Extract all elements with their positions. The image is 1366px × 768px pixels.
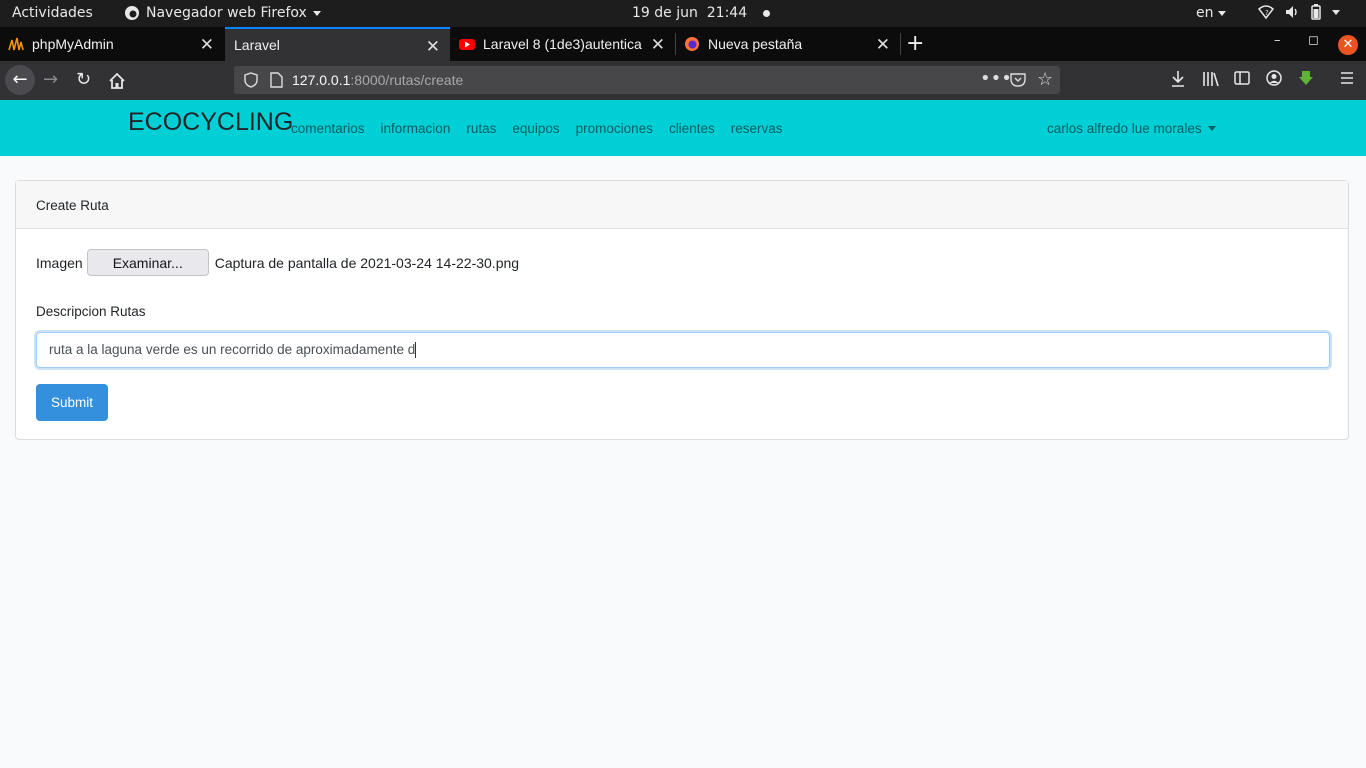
svg-text:?: ? — [1265, 9, 1269, 17]
app-menu[interactable]: Navegador web Firefox — [124, 5, 321, 21]
account-icon[interactable] — [1266, 70, 1282, 86]
library-icon[interactable] — [1202, 70, 1220, 88]
navigation-toolbar: ← → ↻ 127.0.0.1:8000/rutas/create ••• ☆ — [0, 61, 1366, 100]
notification-dot-icon — [763, 9, 771, 17]
time-label: 21:44 — [706, 5, 748, 21]
tab-youtube[interactable]: Laravel 8 (1de3)autentica ✕ — [451, 27, 675, 61]
chevron-down-icon — [1217, 10, 1226, 16]
tab-title: Laravel 8 (1de3)autentica — [483, 36, 642, 52]
activities-button[interactable]: Actividades — [12, 5, 93, 21]
url-text: 127.0.0.1:8000/rutas/create — [292, 72, 463, 88]
submit-button[interactable]: Submit — [36, 384, 108, 421]
user-name: carlos alfredo lue morales — [1047, 121, 1202, 136]
selected-file-name: Captura de pantalla de 2021-03-24 14-22-… — [214, 254, 520, 271]
site-navbar: ECOCYCLING comentarios informacion rutas… — [0, 100, 1366, 156]
nav-link-promociones[interactable]: promociones — [576, 121, 653, 136]
nav-link-comentarios[interactable]: comentarios — [291, 121, 365, 136]
shield-icon[interactable] — [244, 72, 258, 88]
youtube-icon — [459, 39, 475, 50]
sidebar-icon[interactable] — [1234, 70, 1250, 86]
home-icon[interactable] — [108, 72, 126, 90]
nav-link-clientes[interactable]: clientes — [669, 121, 715, 136]
close-icon[interactable]: ✕ — [200, 35, 214, 55]
forward-arrow-icon[interactable]: → — [43, 69, 58, 90]
nav-link-equipos[interactable]: equipos — [512, 121, 559, 136]
volume-icon — [1286, 6, 1297, 18]
date-label: 19 de jun — [632, 5, 698, 21]
nav-link-rutas[interactable]: rutas — [466, 121, 496, 136]
language-selector[interactable]: en — [1196, 5, 1226, 21]
hamburger-menu-icon[interactable] — [1339, 70, 1355, 86]
reload-icon[interactable]: ↻ — [76, 69, 91, 90]
tab-title: Nueva pestaña — [708, 36, 803, 52]
browse-button[interactable]: Examinar... — [86, 249, 209, 276]
bookmark-star-icon[interactable]: ☆ — [1037, 69, 1053, 90]
more-actions-icon[interactable]: ••• — [980, 68, 1012, 89]
tab-title: phpMyAdmin — [32, 36, 114, 52]
close-icon[interactable]: ✕ — [426, 37, 440, 57]
clock[interactable]: 19 de jun 21:44 — [632, 5, 771, 21]
system-top-bar: Actividades Navegador web Firefox 19 de … — [0, 0, 1366, 27]
create-ruta-card: Create Ruta Imagen Examinar... Captura d… — [15, 180, 1349, 440]
system-tray[interactable]: ? — [1258, 4, 1340, 20]
window-close-icon[interactable]: ✕ — [1338, 35, 1358, 55]
maximize-icon[interactable]: ◻ — [1308, 33, 1319, 48]
language-label: en — [1196, 5, 1214, 21]
tab-strip: phpMyAdmin ✕ Laravel ✕ Laravel 8 (1de3)a… — [0, 27, 1366, 61]
battery-icon — [1311, 4, 1321, 20]
minimize-icon[interactable]: – — [1274, 33, 1281, 48]
nav-link-reservas[interactable]: reservas — [731, 121, 783, 136]
chevron-down-icon — [312, 10, 321, 16]
site-nav-links: comentarios informacion rutas equipos pr… — [291, 121, 782, 136]
nav-link-informacion[interactable]: informacion — [381, 121, 451, 136]
tab-laravel[interactable]: Laravel ✕ — [225, 27, 450, 61]
page-info-icon[interactable] — [270, 72, 283, 88]
back-arrow-icon[interactable]: ← — [5, 65, 35, 95]
chevron-down-icon — [1332, 9, 1340, 15]
phpmyadmin-icon — [8, 37, 24, 51]
image-field: Imagen Examinar... Captura de pantalla d… — [36, 249, 519, 276]
description-input[interactable]: ruta a la laguna verde es un recorrido d… — [36, 332, 1330, 368]
user-dropdown[interactable]: carlos alfredo lue morales — [1047, 121, 1216, 136]
tab-new-tab[interactable]: Nueva pestaña ✕ — [676, 27, 900, 61]
pocket-icon[interactable] — [1010, 72, 1026, 88]
text-cursor — [415, 342, 417, 359]
url-bar[interactable]: 127.0.0.1:8000/rutas/create ••• ☆ — [234, 66, 1060, 94]
url-path: :8000/rutas/create — [350, 72, 464, 88]
description-label: Descripcion Rutas — [36, 304, 146, 319]
close-icon[interactable]: ✕ — [651, 35, 665, 55]
new-tab-plus-icon[interactable]: + — [906, 31, 924, 56]
image-label: Imagen — [36, 254, 83, 271]
firefox-icon — [685, 37, 699, 51]
tab-separator — [900, 33, 901, 55]
chevron-down-icon — [1207, 126, 1216, 131]
close-icon[interactable]: ✕ — [876, 35, 890, 55]
site-brand[interactable]: ECOCYCLING — [128, 108, 293, 137]
extension-download-icon[interactable] — [1298, 70, 1314, 88]
tab-title: Laravel — [234, 37, 280, 53]
downloads-icon[interactable] — [1170, 70, 1186, 88]
url-host: 127.0.0.1 — [292, 72, 351, 88]
wifi-icon: ? — [1258, 5, 1274, 20]
firefox-app-icon — [125, 6, 139, 20]
card-header: Create Ruta — [16, 181, 1348, 229]
tab-phpmyadmin[interactable]: phpMyAdmin ✕ — [0, 27, 224, 61]
description-value: ruta a la laguna verde es un recorrido d… — [49, 342, 416, 357]
app-menu-label: Navegador web Firefox — [146, 5, 307, 21]
